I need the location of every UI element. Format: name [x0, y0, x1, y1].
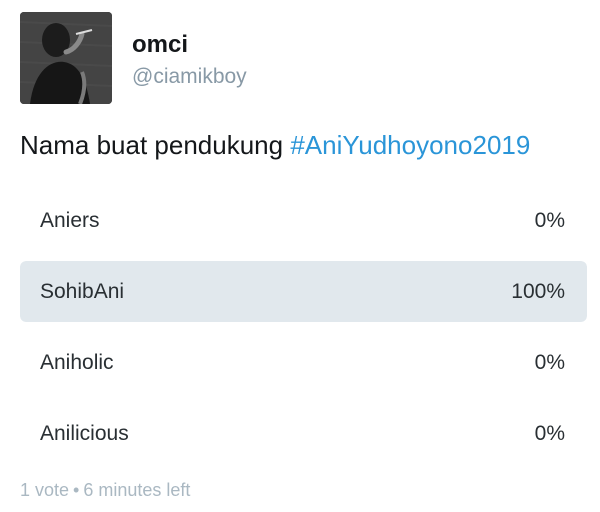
poll-option-percent: 100% — [511, 280, 565, 303]
poll-option[interactable]: Anilicious 0% — [20, 403, 587, 464]
poll-meta: 1 vote • 6 minutes left — [20, 478, 190, 502]
tweet-card: omci @ciamikboy Nama buat pendukung #Ani… — [0, 0, 600, 512]
display-name[interactable]: omci — [132, 30, 247, 60]
poll-option-percent: 0% — [534, 209, 565, 232]
tweet-text: Nama buat pendukung #AniYudhoyono2019 — [20, 128, 530, 162]
user-handle[interactable]: @ciamikboy — [132, 62, 247, 92]
tweet-body-text: Nama buat pendukung — [20, 130, 291, 160]
poll-option-percent: 0% — [534, 422, 565, 445]
hashtag-link[interactable]: #AniYudhoyono2019 — [290, 130, 530, 160]
poll-option-percent: 0% — [534, 351, 565, 374]
vote-count: 1 vote — [20, 480, 70, 500]
poll-option-label: SohibAni — [40, 280, 125, 303]
poll: Aniers 0% SohibAni 100% Aniholic 0% Anil… — [20, 190, 587, 474]
poll-option[interactable]: Aniholic 0% — [20, 332, 587, 393]
meta-separator: • — [73, 480, 80, 500]
poll-option-label: Aniholic — [40, 351, 114, 374]
avatar[interactable] — [20, 12, 112, 104]
poll-option[interactable]: SohibAni 100% — [20, 261, 587, 322]
user-names: omci @ciamikboy — [132, 30, 247, 92]
poll-option[interactable]: Aniers 0% — [20, 190, 587, 251]
poll-option-label: Aniers — [40, 209, 100, 232]
poll-option-label: Anilicious — [40, 422, 129, 445]
time-left: 6 minutes left — [83, 480, 191, 500]
tweet-header: omci @ciamikboy — [20, 12, 247, 104]
profile-photo-icon — [20, 12, 112, 104]
